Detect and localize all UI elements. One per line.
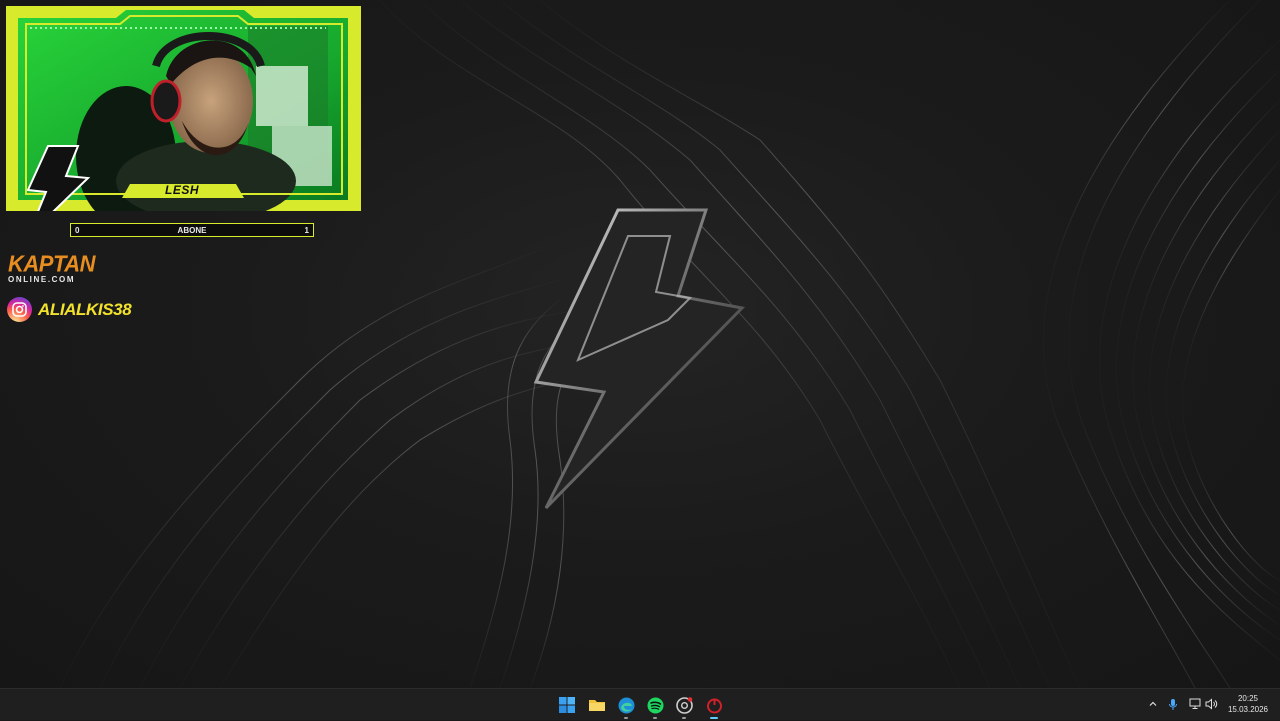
folder-icon [589,700,605,711]
start-button[interactable] [554,692,580,718]
clock-time: 20:25 [1237,694,1258,703]
goal-max: 1 [304,226,309,235]
instagram-handle-block: ALIALKIS38 [7,297,132,322]
spotify-icon [647,697,663,713]
lightning-bolt-logo [533,208,746,510]
file-explorer-button[interactable] [584,692,610,718]
edge-button[interactable] [613,692,639,719]
chrome-button[interactable] [671,692,697,719]
sponsor-domain: ONLINE.COM [8,275,76,284]
display-icon[interactable] [1188,697,1202,711]
chrome-icon [675,696,693,714]
goal-label: ABONE [177,226,207,235]
system-tray: 20:25 15.03.2026 [1140,689,1280,721]
spotify-button[interactable] [642,692,668,719]
cam-name-label: LESH [164,183,199,197]
sponsor-name: KAPTAN [8,250,96,277]
sponsor-logo: KAPTAN ONLINE.COM [8,250,96,284]
desktop[interactable]: LESH 0 ABONE 1 KAPTAN ONLINE.COM ALIALKI… [0,0,1280,688]
windows-logo-icon [559,697,575,713]
subscriber-goal-bar: 0 ABONE 1 [70,223,314,237]
webcam-overlay [6,6,361,211]
clock[interactable]: 20:25 15.03.2026 [1228,693,1268,715]
volume-icon[interactable] [1204,697,1218,711]
edge-icon [618,697,634,713]
microphone-icon[interactable] [1166,697,1180,711]
instagram-handle: ALIALKIS38 [38,299,132,319]
chevron-up-icon[interactable] [1146,697,1160,711]
taskbar: 20:25 15.03.2026 [0,688,1280,720]
instagram-icon [7,297,32,322]
clock-date: 15.03.2026 [1227,705,1268,714]
power-ring-icon [706,698,722,713]
recorder-button[interactable] [701,692,727,719]
